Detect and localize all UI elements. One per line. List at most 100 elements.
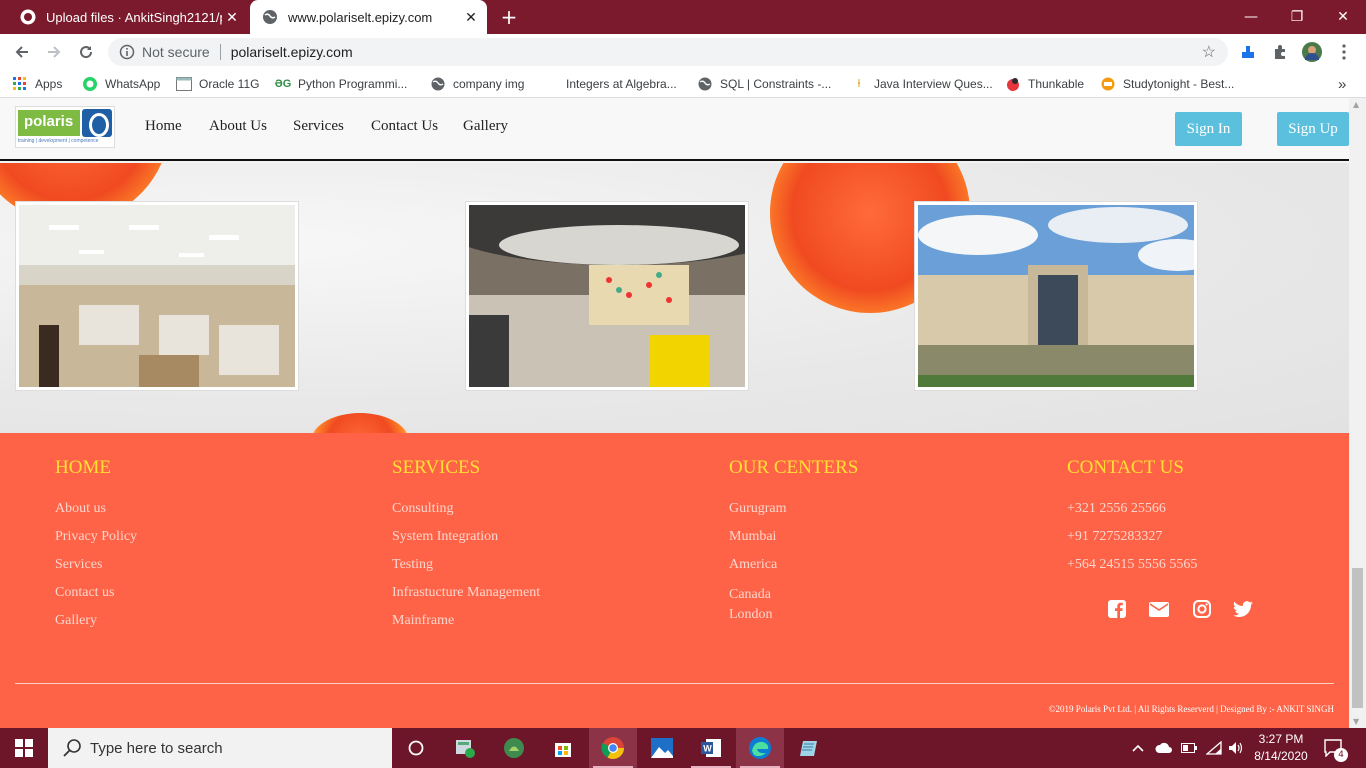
nav-gallery[interactable]: Gallery xyxy=(463,118,508,135)
minimize-button[interactable]: — xyxy=(1228,0,1274,34)
taskbar-app-word[interactable]: W xyxy=(687,728,735,768)
taskbar-app-chrome[interactable] xyxy=(589,728,637,768)
polaris-logo[interactable]: polaris training | development | compete… xyxy=(15,106,115,148)
footer-link-america[interactable]: America xyxy=(729,557,858,585)
scrollbar-thumb[interactable] xyxy=(1352,568,1363,708)
taskbar-app-edge[interactable] xyxy=(736,728,784,768)
taskbar-app-photos[interactable] xyxy=(638,728,686,768)
nav-services[interactable]: Services xyxy=(293,118,344,135)
footer-link-testing[interactable]: Testing xyxy=(392,557,540,585)
apps-grid-icon xyxy=(12,76,28,92)
footer-copyright: ©2019 Polaris Pvt Ltd. | All Rights Rese… xyxy=(1048,704,1334,714)
building-photo[interactable] xyxy=(914,201,1218,391)
gallery-section xyxy=(0,163,1349,433)
url-text[interactable]: polariselt.epizy.com xyxy=(231,44,353,60)
extensions-puzzle-icon[interactable] xyxy=(1270,42,1290,62)
sign-in-button[interactable]: Sign In xyxy=(1175,112,1242,146)
nav-about-us[interactable]: About Us xyxy=(209,118,267,135)
maximize-button[interactable]: ❐ xyxy=(1274,0,1320,34)
bookmark-company-img[interactable]: company img xyxy=(430,75,524,93)
footer-link-consulting[interactable]: Consulting xyxy=(392,501,540,529)
bookmark-integers[interactable]: Integers at Algebra... xyxy=(543,75,677,93)
chrome-icon xyxy=(601,737,624,759)
nav-home[interactable]: Home xyxy=(145,118,182,135)
close-window-button[interactable]: ✕ xyxy=(1320,0,1366,34)
page-scrollbar[interactable]: ▲ ▼ xyxy=(1349,98,1366,728)
profile-avatar[interactable] xyxy=(1302,42,1322,62)
logo-e-icon xyxy=(82,109,112,137)
bookmark-sql[interactable]: SQL | Constraints -... xyxy=(697,75,831,93)
footer-link-privacy-policy[interactable]: Privacy Policy xyxy=(55,529,137,557)
taskbar-app-android-studio[interactable] xyxy=(490,728,538,768)
taskbar-search-box[interactable]: Type here to search xyxy=(48,728,392,768)
email-icon[interactable] xyxy=(1148,598,1170,620)
footer-link-canada[interactable]: Canada xyxy=(729,585,858,605)
bookmark-thunkable[interactable]: Thunkable xyxy=(1005,75,1084,93)
info-icon[interactable] xyxy=(119,44,135,60)
globe-icon xyxy=(430,76,446,92)
nav-contact-us[interactable]: Contact Us xyxy=(371,118,438,135)
tab-polaris[interactable]: www.polariselt.epizy.com ✕ xyxy=(250,0,487,34)
footer-phone[interactable]: +91 7275283327 xyxy=(1067,529,1197,557)
bookmark-oracle[interactable]: Oracle 11G xyxy=(176,75,259,93)
bookmarks-overflow-button[interactable]: » xyxy=(1338,75,1346,93)
sign-up-button[interactable]: Sign Up xyxy=(1277,112,1349,146)
facebook-icon[interactable] xyxy=(1106,598,1128,620)
thunkable-icon xyxy=(1005,76,1021,92)
footer-link-gurugram[interactable]: Gurugram xyxy=(729,501,858,529)
office-photo-1[interactable] xyxy=(15,201,299,391)
action-center-button[interactable]: 4 xyxy=(1324,728,1348,768)
logo-wordmark: polaris xyxy=(18,110,80,136)
wifi-icon[interactable] xyxy=(1206,728,1222,768)
tab-close-icon[interactable]: ✕ xyxy=(461,9,481,26)
onedrive-icon[interactable] xyxy=(1155,728,1173,768)
bookmark-apps[interactable]: Apps xyxy=(12,75,62,93)
start-button[interactable] xyxy=(0,728,48,768)
volume-icon[interactable] xyxy=(1228,728,1244,768)
bookmark-python[interactable]: ƏG Python Programmi... xyxy=(274,75,408,93)
footer-link-system-integration[interactable]: System Integration xyxy=(392,529,540,557)
bookmark-java[interactable]: ⱡ Java Interview Ques... xyxy=(851,75,993,93)
taskbar-app-video-editor[interactable] xyxy=(441,728,489,768)
bookmark-label: Apps xyxy=(35,77,63,91)
scroll-up-arrow-icon[interactable]: ▲ xyxy=(1353,100,1359,109)
tab-close-icon[interactable]: ✕ xyxy=(222,9,242,26)
footer-link-about-us[interactable]: About us xyxy=(55,501,137,529)
gfg-icon: ƏG xyxy=(274,78,292,90)
address-bar[interactable]: Not secure polariselt.epizy.com ☆ xyxy=(108,38,1228,66)
footer-link-mumbai[interactable]: Mumbai xyxy=(729,529,858,557)
scroll-down-arrow-icon[interactable]: ▼ xyxy=(1353,717,1359,726)
footer-link-gallery[interactable]: Gallery xyxy=(55,613,137,641)
bookmark-studytonight[interactable]: Studytonight - Best... xyxy=(1100,75,1234,93)
back-button[interactable] xyxy=(10,40,34,64)
footer-divider xyxy=(15,683,1334,684)
new-tab-button[interactable]: + xyxy=(498,6,520,28)
footer-link-contact-us[interactable]: Contact us xyxy=(55,585,137,613)
footer-link-infrastructure[interactable]: Infrastucture Management xyxy=(392,585,540,613)
footer-link-services[interactable]: Services xyxy=(55,557,137,585)
show-hidden-icons-button[interactable] xyxy=(1132,728,1144,768)
taskbar-app-store[interactable] xyxy=(539,728,587,768)
battery-icon[interactable] xyxy=(1181,728,1197,768)
footer-link-mainframe[interactable]: Mainframe xyxy=(392,613,540,641)
page-viewport: polaris training | development | compete… xyxy=(0,98,1349,728)
footer-link-london[interactable]: London xyxy=(729,605,858,625)
bookmark-label: WhatsApp xyxy=(105,77,161,91)
footer-phone[interactable]: +321 2556 25566 xyxy=(1067,501,1197,529)
taskbar-clock[interactable]: 3:27 PM 8/14/2020 xyxy=(1248,731,1314,765)
twitter-icon[interactable] xyxy=(1232,598,1254,620)
office-photo-2[interactable] xyxy=(439,185,799,391)
taskbar-app-notepad[interactable] xyxy=(785,728,833,768)
instagram-icon[interactable] xyxy=(1191,598,1213,620)
cortana-button[interactable] xyxy=(392,728,440,768)
extension-download-icon[interactable] xyxy=(1238,42,1258,62)
menu-kebab-icon[interactable] xyxy=(1334,42,1354,62)
tab-upload-files[interactable]: Upload files · AnkitSingh2121/po ✕ xyxy=(8,0,248,34)
arrow-right-icon xyxy=(48,46,61,58)
bookmark-whatsapp[interactable]: WhatsApp xyxy=(82,75,160,93)
footer-phone[interactable]: +564 24515 5556 5565 xyxy=(1067,557,1197,585)
reload-button[interactable] xyxy=(74,40,98,64)
tab-title: www.polariselt.epizy.com xyxy=(288,9,433,25)
forward-button[interactable] xyxy=(42,40,66,64)
bookmark-star-icon[interactable]: ☆ xyxy=(1202,42,1216,62)
